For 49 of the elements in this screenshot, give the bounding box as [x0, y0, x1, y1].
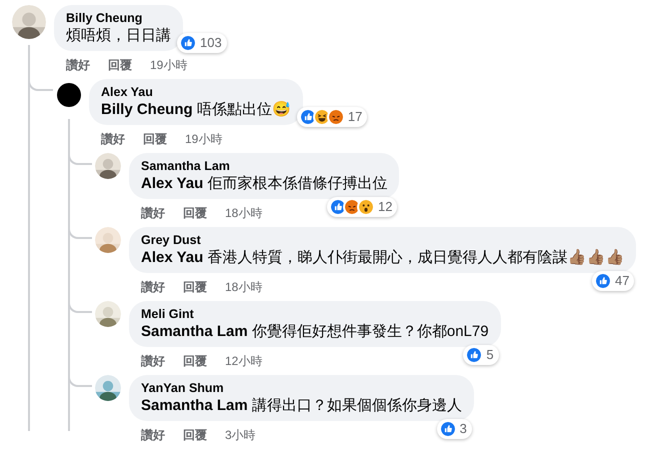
- like-icon: [179, 34, 197, 52]
- avatar[interactable]: [57, 83, 81, 107]
- surprised-face-icon: [356, 198, 375, 216]
- timestamp[interactable]: 19小時: [150, 57, 188, 73]
- action-link[interactable]: 回覆: [183, 279, 207, 295]
- action-link[interactable]: 讚好: [141, 205, 165, 221]
- reaction-badge[interactable]: 5: [463, 345, 499, 365]
- reaction-count: 103: [200, 34, 222, 52]
- comment-text: 煩唔煩，日日講: [66, 26, 171, 45]
- comment-text: Alex Yau 香港人特質，睇人仆街最開心，成日覺得人人都有陰謀👍🏽👍🏽👍🏽: [141, 248, 624, 267]
- action-link[interactable]: 回覆: [183, 353, 207, 369]
- comment-text: Samantha Lam 你覺得佢好想件事發生？你都onL79: [141, 322, 489, 341]
- author-name[interactable]: Meli Gint: [141, 307, 489, 322]
- action-link[interactable]: 回覆: [143, 131, 167, 147]
- reaction-count: 5: [486, 346, 494, 364]
- action-link[interactable]: 讚好: [101, 131, 125, 147]
- action-link[interactable]: 讚好: [141, 353, 165, 369]
- author-name[interactable]: Billy Cheung: [66, 11, 171, 26]
- reaction-badge[interactable]: 3: [436, 419, 472, 439]
- timestamp[interactable]: 12小時: [225, 353, 262, 369]
- timestamp[interactable]: 3小時: [225, 427, 256, 443]
- reaction-count: 12: [378, 198, 392, 216]
- author-name[interactable]: YanYan Shum: [141, 381, 462, 396]
- reaction-count: 3: [460, 420, 467, 438]
- timestamp[interactable]: 18小時: [225, 279, 262, 295]
- action-link[interactable]: 讚好: [141, 427, 165, 443]
- like-icon: [465, 346, 484, 364]
- action-link[interactable]: 回覆: [183, 427, 207, 443]
- like-icon: [594, 272, 612, 290]
- timestamp[interactable]: 18小時: [225, 205, 262, 221]
- action-link[interactable]: 回覆: [108, 57, 132, 73]
- action-link[interactable]: 讚好: [66, 57, 90, 73]
- reaction-count: 47: [614, 272, 630, 290]
- reaction-badge[interactable]: 47: [592, 271, 634, 291]
- comment-text: Alex Yau 佢而家根本係借條仔搏出位: [141, 174, 388, 193]
- comment-text: Billy Cheung 唔係點出位😅: [101, 100, 291, 119]
- action-link[interactable]: 回覆: [183, 205, 207, 221]
- timestamp[interactable]: 19小時: [185, 131, 222, 147]
- action-link[interactable]: 讚好: [141, 279, 165, 295]
- reaction-badge[interactable]: 12: [326, 197, 398, 217]
- reaction-count: 17: [348, 108, 362, 126]
- author-name[interactable]: Alex Yau: [101, 85, 291, 100]
- author-name[interactable]: Samantha Lam: [141, 159, 388, 174]
- like-icon: [438, 420, 457, 438]
- comment-text: Samantha Lam 講得出口？如果個個係你身邊人: [141, 396, 462, 415]
- angry-face-icon: [326, 108, 345, 126]
- author-name[interactable]: Grey Dust: [141, 233, 624, 248]
- reaction-badge[interactable]: 17: [296, 107, 368, 127]
- reaction-badge[interactable]: 103: [177, 33, 227, 53]
